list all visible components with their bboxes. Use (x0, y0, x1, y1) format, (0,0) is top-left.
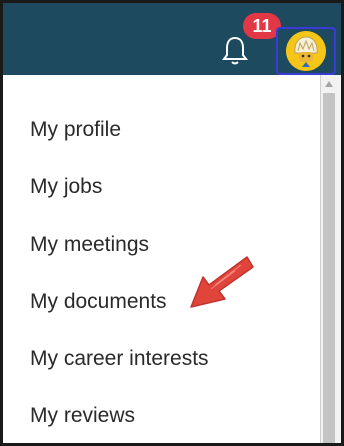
top-navigation-bar: 11 (3, 3, 341, 75)
bell-icon[interactable] (217, 33, 253, 69)
scroll-up-arrow-icon[interactable] (325, 81, 333, 87)
menu-item-my-documents[interactable]: My documents (30, 290, 167, 314)
menu-item-my-career-interests[interactable]: My career interests (30, 347, 209, 371)
app-frame: 11 My profile My jobs My meetings My doc… (0, 0, 344, 446)
annotation-arrow-icon (190, 256, 254, 308)
menu-item-my-meetings[interactable]: My meetings (30, 233, 149, 257)
profile-dropdown-menu: My profile My jobs My meetings My docume… (3, 75, 321, 443)
scrollbar-thumb[interactable] (323, 93, 335, 443)
menu-scrollbar[interactable] (321, 75, 341, 443)
menu-item-my-jobs[interactable]: My jobs (30, 175, 102, 199)
menu-item-my-reviews[interactable]: My reviews (30, 404, 135, 428)
user-avatar-button[interactable] (276, 27, 336, 75)
avatar-icon (286, 31, 326, 71)
menu-item-my-profile[interactable]: My profile (30, 118, 121, 142)
